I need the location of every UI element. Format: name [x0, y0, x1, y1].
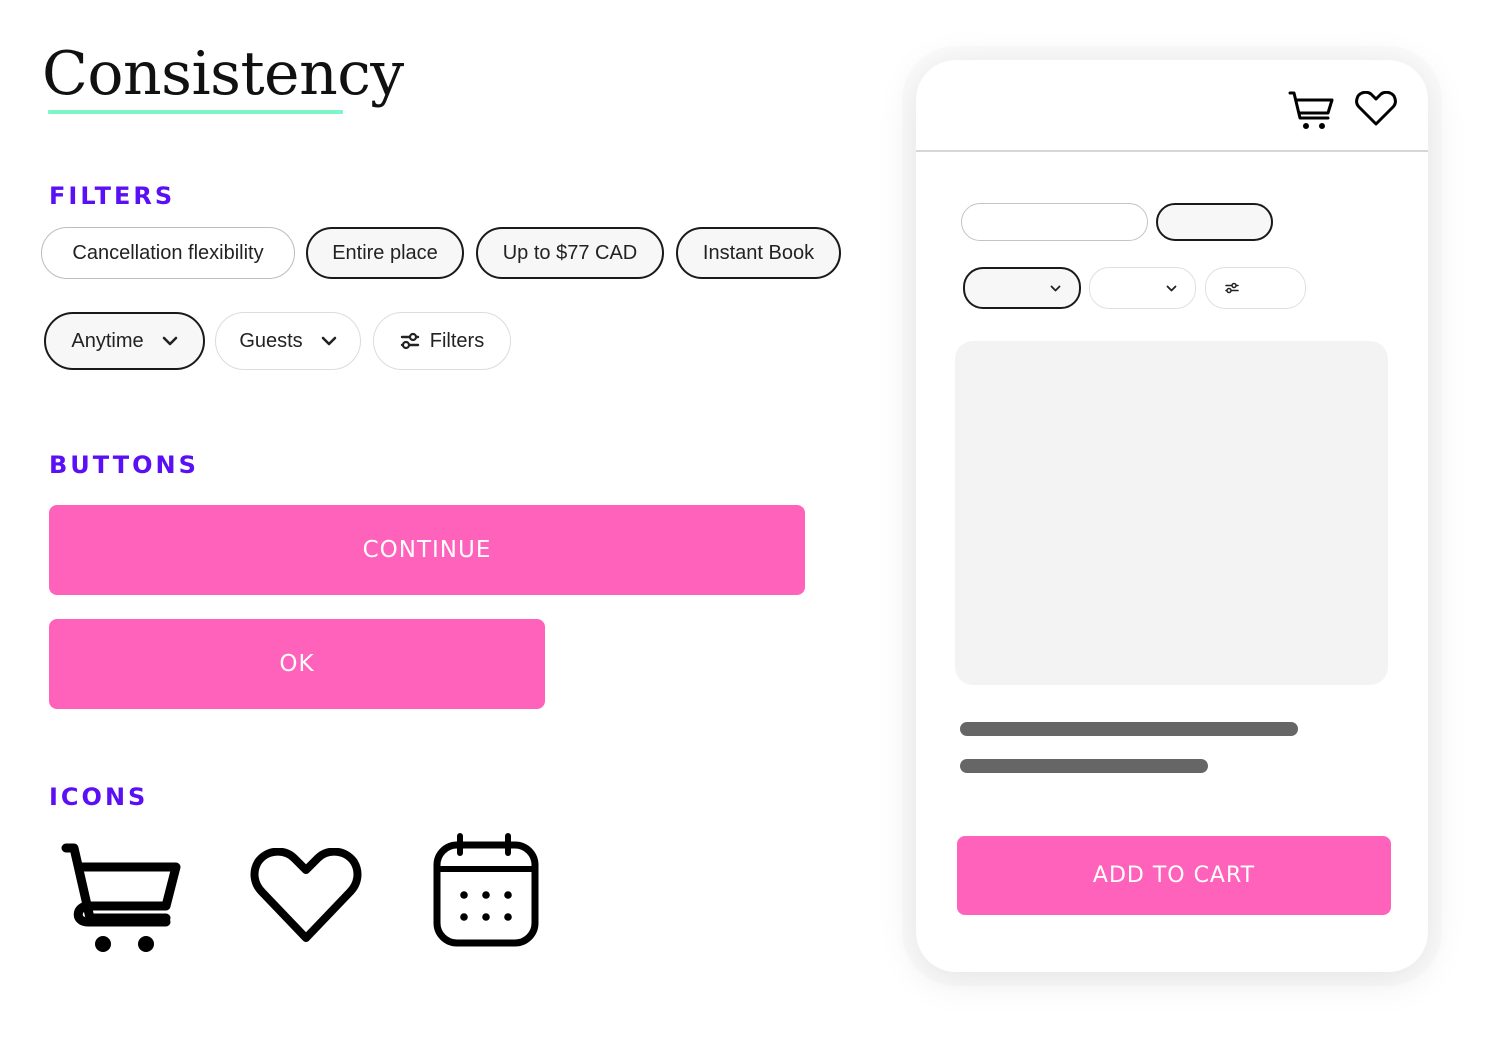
filters-heading: FILTERS [49, 182, 176, 210]
mini-filter-chip[interactable] [961, 203, 1148, 241]
chip-label: Guests [239, 329, 303, 352]
page-title: Consistency [42, 39, 404, 109]
chip-label: Cancellation flexibility [72, 241, 264, 264]
ok-button[interactable]: OK [49, 619, 545, 709]
filter-chip-cancellation-flexibility[interactable]: Cancellation flexibility [41, 227, 295, 279]
buttons-heading: BUTTONS [49, 451, 199, 479]
filter-dropdown-anytime[interactable]: Anytime [44, 312, 205, 370]
filter-button-filters[interactable]: Filters [373, 312, 511, 370]
image-placeholder [955, 341, 1388, 685]
chip-label: Anytime [71, 329, 144, 352]
title-underline [48, 110, 343, 114]
text-placeholder-line [960, 759, 1208, 773]
header-divider [916, 150, 1428, 152]
icons-heading: ICONS [49, 783, 149, 811]
heart-icon[interactable] [1355, 90, 1397, 132]
chevron-down-icon [162, 336, 178, 346]
continue-button-label: CONTINUE [362, 537, 492, 563]
heart-icon [250, 847, 362, 949]
mini-dropdown-chip[interactable] [963, 267, 1081, 309]
text-placeholder-line [960, 722, 1298, 736]
mini-dropdown-chip[interactable] [1089, 267, 1196, 309]
add-to-cart-button[interactable]: ADD TO CART [957, 836, 1391, 915]
chevron-down-icon [1050, 285, 1061, 292]
cart-icon [58, 840, 183, 963]
filter-chip-instant-book[interactable]: Instant Book [676, 227, 841, 279]
chip-label: Entire place [332, 241, 438, 264]
mini-filter-chip-selected[interactable] [1156, 203, 1273, 241]
add-to-cart-label: ADD TO CART [1092, 863, 1256, 888]
cart-icon[interactable] [1288, 90, 1334, 135]
chip-label: Instant Book [702, 241, 815, 264]
filter-chip-entire-place[interactable]: Entire place [306, 227, 464, 279]
chevron-down-icon [1166, 285, 1177, 292]
chip-label: Up to $77 CAD [502, 241, 638, 264]
calendar-icon [432, 833, 540, 954]
sliders-icon [400, 332, 420, 350]
filter-dropdown-guests[interactable]: Guests [215, 312, 361, 370]
filter-chip-price[interactable]: Up to $77 CAD [476, 227, 664, 279]
sliders-icon [1225, 282, 1239, 294]
chevron-down-icon [321, 336, 337, 346]
chip-label: Filters [429, 329, 485, 352]
ok-button-label: OK [279, 651, 315, 677]
phone-mockup: ADD TO CART [916, 60, 1428, 972]
continue-button[interactable]: CONTINUE [49, 505, 805, 595]
mini-filters-chip[interactable] [1205, 267, 1306, 309]
